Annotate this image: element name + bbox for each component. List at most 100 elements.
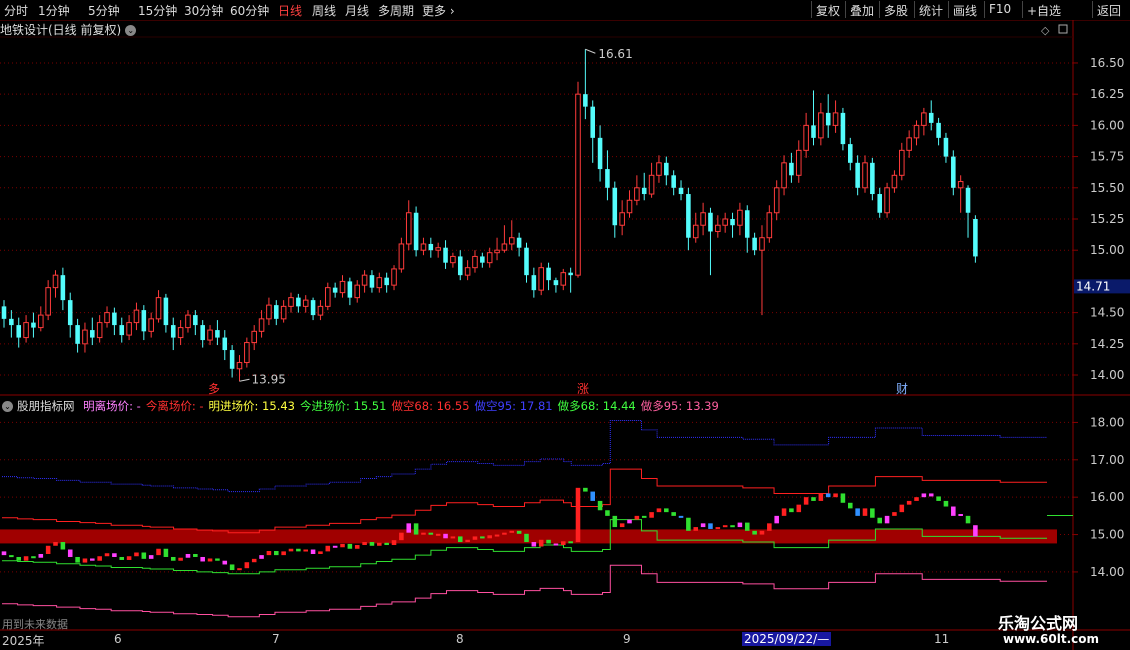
candle-body (185, 314, 191, 329)
high-pointer (585, 48, 596, 54)
indicator-block (494, 534, 500, 537)
candle-body (52, 274, 59, 289)
indicator-block (16, 556, 21, 561)
candle-body (266, 304, 272, 320)
indicator-block (605, 510, 610, 516)
indicator-block (178, 557, 183, 561)
indicator-value-7: 做多95: 13.39 (640, 399, 719, 413)
candle-body (38, 314, 44, 329)
indicator-block (774, 515, 779, 524)
indicator-block (207, 558, 213, 562)
indicator-block (583, 487, 588, 492)
candle-body (200, 325, 205, 341)
indicator-value-3: 今进场价: 15.51 (299, 399, 387, 413)
indicator-block (354, 545, 360, 549)
indicator-block (870, 508, 875, 518)
x-axis-label-4: 9 (623, 632, 631, 646)
indicator-block (730, 525, 735, 528)
candle-body (538, 267, 544, 291)
indicator-value-0: 明离场价: - (83, 399, 141, 413)
indicator-block (612, 515, 618, 528)
indicator-block (266, 551, 272, 556)
candle-body (744, 210, 750, 238)
chevron-down-icon[interactable]: ⌄ (2, 401, 13, 412)
candle-body (818, 112, 824, 139)
indicator-block (884, 515, 890, 524)
candle-body (347, 281, 353, 298)
indicator-block (833, 493, 838, 498)
maximize-icon (1058, 24, 1068, 34)
indicator-line (2, 468, 1047, 534)
candle-body (472, 255, 478, 269)
indicator-block (310, 549, 316, 554)
candle-body (708, 212, 713, 232)
candle-body (361, 274, 368, 286)
price-tick-label: 16.50 (1090, 56, 1124, 70)
chart-canvas[interactable]: 16.50 16.25 16.00 15.75 15.50 15.25 15.00 14.50… (0, 0, 1130, 650)
candle-body (936, 122, 941, 138)
x-axis-label-1: 6 (114, 632, 122, 646)
indicator-block (23, 556, 29, 561)
candle-body (296, 297, 301, 307)
price-tick-label: 14.00 (1090, 368, 1124, 382)
candle-body (413, 212, 419, 251)
indicator-block (921, 493, 927, 498)
indicator-block (480, 536, 485, 539)
indicator-block (811, 497, 816, 501)
candle-body (369, 275, 375, 288)
candle-body (855, 162, 860, 188)
indicator-block (796, 504, 802, 513)
indicator-block (877, 517, 882, 524)
indicator-block (973, 525, 978, 537)
candle-body (501, 243, 508, 251)
indicator-block (575, 487, 581, 543)
indicator-block (185, 553, 191, 558)
candle-body (781, 162, 787, 189)
candle-body (656, 162, 662, 176)
candle-body (700, 212, 706, 226)
candle-body (126, 322, 132, 336)
indicator-block (899, 504, 905, 513)
candle-body (96, 322, 103, 339)
indicator-block (193, 553, 198, 557)
candle-body (119, 325, 125, 336)
indicator-block (465, 539, 470, 543)
indicator-block (803, 497, 809, 505)
candle-body (840, 112, 846, 145)
indicator-block (332, 545, 338, 548)
indicator-block (737, 522, 743, 528)
indicator-block (965, 515, 971, 524)
candle-body (280, 305, 287, 320)
candle-body (560, 272, 567, 286)
indicator-block (237, 568, 242, 571)
candle-body (884, 187, 890, 214)
indicator-block (627, 519, 632, 524)
candle-body (148, 318, 154, 332)
indicator-block (568, 541, 573, 544)
candle-body (913, 124, 920, 139)
indicator-name[interactable]: 股朋指标网 (17, 399, 75, 413)
indicator-line (2, 420, 1047, 493)
candle-body (773, 187, 780, 214)
indicator-block (664, 508, 669, 513)
indicator-block (671, 512, 676, 516)
indicator-tick-label: 17.00 (1090, 453, 1124, 467)
indicator-block (119, 556, 125, 560)
indicator-block (531, 542, 537, 547)
indicator-block (391, 540, 397, 546)
indicator-block (781, 508, 787, 516)
candle-body (803, 124, 809, 151)
candle-body (494, 249, 500, 254)
indicator-value-4: 做空68: 16.55 (391, 399, 470, 413)
indicator-block (597, 500, 603, 511)
indicator-block (634, 515, 640, 520)
current-price-label: 14.71 (1076, 279, 1110, 293)
x-axis-label-5: 2025/09/22/— (742, 632, 832, 646)
candle-body (480, 256, 485, 263)
indicator-block (538, 539, 544, 547)
candle-body (133, 309, 140, 324)
indicator-block (524, 533, 529, 543)
indicator-block (744, 522, 750, 531)
indicator-block (649, 512, 654, 518)
indicator-block (472, 536, 478, 540)
